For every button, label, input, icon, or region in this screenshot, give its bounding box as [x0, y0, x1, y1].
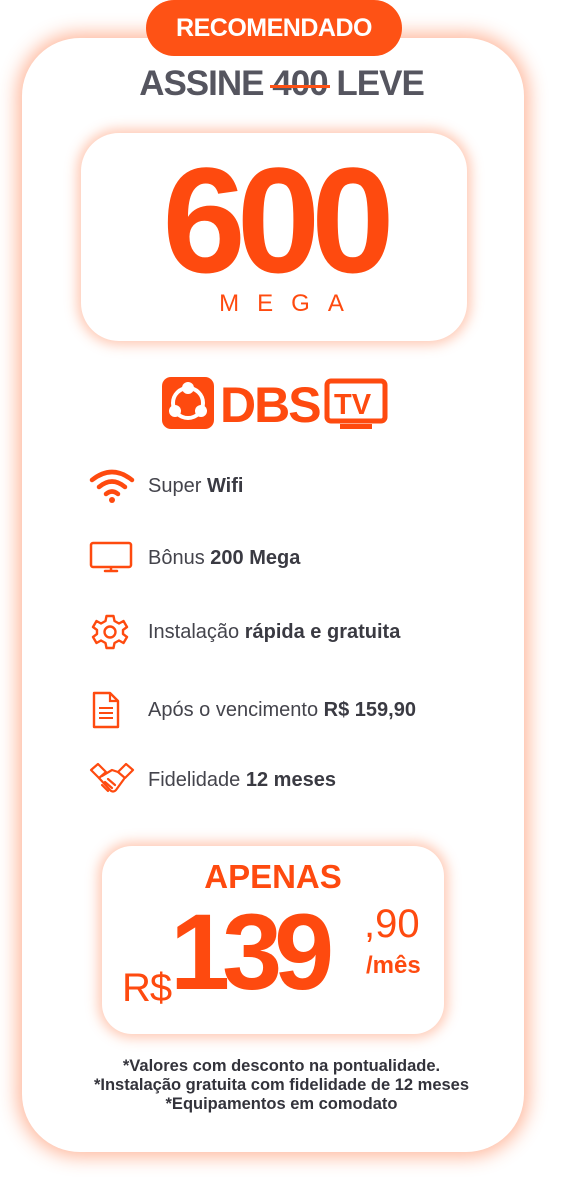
- feature-wifi-text: Super Wifi: [148, 474, 244, 497]
- price-integer: 139: [170, 891, 334, 1012]
- promo-headline: ASSINE 400 LEVE: [0, 64, 563, 104]
- logo-tv-text: TV: [334, 389, 372, 421]
- footnote-equipment: *Equipamentos em comodato: [165, 1095, 398, 1113]
- price-cents: ,90: [364, 902, 420, 946]
- promo-old-speed: 400: [270, 64, 331, 103]
- price-box: APENAS R$ 139 ,90 /mês: [102, 846, 444, 1034]
- feature-after-due-text: Após o vencimento R$ 159,90: [148, 698, 416, 721]
- footnote-installation: *Instalação gratuita com fidelidade de 1…: [93, 1076, 470, 1094]
- dbs-tv-logo: DBS TV: [162, 375, 392, 433]
- price-period: /mês: [366, 952, 421, 979]
- wifi-icon: [88, 466, 140, 506]
- price-currency: R$: [122, 966, 172, 1010]
- speed-value: 600: [162, 136, 394, 304]
- recommended-badge: RECOMENDADO: [146, 0, 402, 56]
- feature-loyalty: Fidelidade 12 meses: [88, 760, 336, 800]
- footnotes: *Valores com desconto na pontualidade. *…: [0, 1057, 563, 1114]
- feature-bonus-text: Bônus 200 Mega: [148, 546, 301, 569]
- feature-after-due: Após o vencimento R$ 159,90: [88, 690, 416, 730]
- promo-suffix: LEVE: [336, 64, 424, 103]
- monitor-icon: [88, 538, 140, 578]
- footnote-discount: *Valores com desconto na pontualidade.: [122, 1057, 441, 1075]
- feature-loyalty-text: Fidelidade 12 meses: [148, 768, 336, 791]
- gear-icon: [88, 612, 140, 652]
- feature-install: Instalação rápida e gratuita: [88, 612, 400, 652]
- promo-prefix: ASSINE: [139, 64, 264, 103]
- feature-bonus: Bônus 200 Mega: [88, 538, 300, 578]
- document-icon: [88, 690, 140, 730]
- handshake-icon: [88, 760, 140, 800]
- logo-brand-text: DBS: [220, 377, 320, 431]
- speed-unit: MEGA: [219, 290, 362, 317]
- feature-install-text: Instalação rápida e gratuita: [148, 620, 401, 643]
- feature-wifi: Super Wifi: [88, 466, 243, 506]
